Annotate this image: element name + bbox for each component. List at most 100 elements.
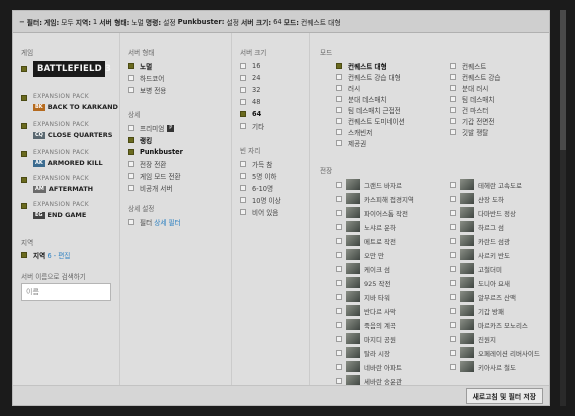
checkbox[interactable]: [450, 181, 456, 188]
checkbox[interactable]: [240, 63, 246, 69]
checkbox[interactable]: [450, 335, 456, 342]
checkbox[interactable]: [128, 161, 134, 167]
checkbox[interactable]: [336, 363, 342, 370]
checkbox[interactable]: [336, 293, 342, 300]
free-10plus-row[interactable]: 10명 이상: [240, 195, 281, 205]
checkbox[interactable]: [240, 209, 246, 215]
checkbox[interactable]: [21, 66, 27, 72]
expansion-end-game[interactable]: EXPANSION PACK EG END GAME: [21, 201, 89, 219]
map-row[interactable]: 마지디 공원: [336, 333, 396, 344]
map-row[interactable]: 테헤란 고속도로: [450, 179, 522, 190]
collapse-icon[interactable]: −: [19, 18, 25, 26]
scrollbar-thumb[interactable]: [560, 10, 566, 150]
map-row[interactable]: 키아사르 철도: [450, 361, 516, 372]
detail-private-row[interactable]: 비공개 서버: [128, 183, 172, 193]
checkbox[interactable]: [336, 307, 342, 314]
map-row[interactable]: 노샤르 운하: [336, 221, 396, 232]
mode-row[interactable]: 컨퀘스트 대형: [336, 61, 387, 71]
checkbox[interactable]: [450, 107, 456, 113]
mode-row[interactable]: 기갑 전면전: [450, 116, 494, 126]
size-other-row[interactable]: 기타: [240, 121, 264, 131]
map-row[interactable]: 케이크 섬: [336, 263, 390, 274]
checkbox[interactable]: [450, 237, 456, 244]
checkbox[interactable]: [336, 74, 342, 80]
map-row[interactable]: 기갑 방패: [450, 305, 504, 316]
checkbox[interactable]: [450, 129, 456, 135]
map-row[interactable]: 하르그 섬: [450, 221, 504, 232]
checkbox[interactable]: [336, 63, 342, 69]
checkbox[interactable]: [336, 349, 342, 356]
checkbox[interactable]: [336, 140, 342, 146]
mode-row[interactable]: 팀 데스매치 근접전: [336, 105, 401, 115]
mode-row[interactable]: 컨퀘스트: [450, 61, 486, 71]
map-row[interactable]: 탈라 시장: [336, 347, 390, 358]
checkbox[interactable]: [450, 265, 456, 272]
checkbox[interactable]: [450, 85, 456, 91]
server-name-search-input[interactable]: 이름: [21, 283, 111, 301]
checkbox[interactable]: [450, 321, 456, 328]
checkbox[interactable]: [450, 251, 456, 258]
detail-mode-rotation-row[interactable]: 게임 모드 전환: [128, 171, 181, 181]
checkbox[interactable]: [450, 223, 456, 230]
size-16-row[interactable]: 16: [240, 61, 260, 71]
checkbox[interactable]: [336, 335, 342, 342]
checkbox[interactable]: [450, 209, 456, 216]
size-24-row[interactable]: 24: [240, 73, 260, 83]
checkbox[interactable]: [336, 251, 342, 258]
mode-row[interactable]: 건 마스터: [450, 105, 488, 115]
checkbox[interactable]: [336, 118, 342, 124]
checkbox[interactable]: [336, 279, 342, 286]
free-5-row[interactable]: 5명 이하: [240, 171, 277, 181]
checkbox[interactable]: [128, 125, 134, 131]
checkbox[interactable]: [336, 237, 342, 244]
map-row[interactable]: 마르카즈 모노리스: [450, 319, 528, 330]
checkbox[interactable]: [240, 99, 246, 105]
checkbox[interactable]: [450, 307, 456, 314]
type-normal-row[interactable]: 노멀: [128, 61, 152, 71]
checkbox[interactable]: [450, 195, 456, 202]
map-row[interactable]: 알부르즈 산맥: [450, 291, 516, 302]
free-empty-row[interactable]: 비어 있음: [240, 207, 278, 217]
map-row[interactable]: 카스피해 접경지역: [336, 193, 414, 204]
expansion-back-to-karkand[interactable]: EXPANSION PACK BK BACK TO KARKAND: [21, 93, 118, 111]
checkbox[interactable]: [240, 111, 246, 117]
type-infantry-row[interactable]: 보병 전용: [128, 85, 166, 95]
checkbox[interactable]: [240, 185, 246, 191]
checkbox[interactable]: [336, 129, 342, 135]
map-row[interactable]: 오페레이션 리버사이드: [450, 347, 540, 358]
expansion-close-quarters[interactable]: EXPANSION PACK CQ CLOSE QUARTERS: [21, 121, 112, 139]
checkbox[interactable]: [21, 151, 27, 157]
type-hardcore-row[interactable]: 하드코어: [128, 73, 164, 83]
checkbox[interactable]: [336, 195, 342, 202]
checkbox[interactable]: [21, 203, 27, 209]
mode-row[interactable]: 깃발 쟁탈: [450, 127, 488, 137]
map-row[interactable]: 반다르 사막: [336, 305, 396, 316]
checkbox[interactable]: [336, 377, 342, 384]
detail-premium-row[interactable]: 프리미엄 P: [128, 123, 177, 133]
checkbox[interactable]: [336, 107, 342, 113]
map-row[interactable]: 사르키 반도: [450, 249, 510, 260]
map-row[interactable]: 진원지: [450, 333, 496, 344]
map-row[interactable]: 지바 타워: [336, 291, 390, 302]
detail-ranked-row[interactable]: 랭킹: [128, 135, 152, 145]
mode-row[interactable]: 스캐빈저: [336, 127, 372, 137]
region-edit-link[interactable]: 6 - 편집: [47, 250, 70, 260]
map-row[interactable]: 샨장 도하: [450, 193, 504, 204]
map-row[interactable]: 고철더미: [450, 263, 502, 274]
checkbox[interactable]: [336, 85, 342, 91]
advanced-filter-link[interactable]: 상세 필터: [154, 217, 180, 227]
mode-row[interactable]: 제공권: [336, 138, 366, 148]
checkbox[interactable]: [128, 75, 134, 81]
map-row[interactable]: 그랜드 바자르: [336, 179, 402, 190]
checkbox[interactable]: [240, 173, 246, 179]
checkbox[interactable]: [336, 265, 342, 272]
map-row[interactable]: 925 작전: [336, 277, 390, 288]
checkbox[interactable]: [336, 321, 342, 328]
map-row[interactable]: 다마반드 정상: [450, 207, 516, 218]
map-row[interactable]: 오만 만: [336, 249, 384, 260]
mode-row[interactable]: 팀 데스매치: [450, 94, 494, 104]
detail-map-rotation-row[interactable]: 전장 전환: [128, 159, 166, 169]
map-row[interactable]: 죽음의 계곡: [336, 319, 396, 330]
checkbox[interactable]: [336, 209, 342, 216]
mode-row[interactable]: 컨퀘스트 강습 대형: [336, 72, 401, 82]
